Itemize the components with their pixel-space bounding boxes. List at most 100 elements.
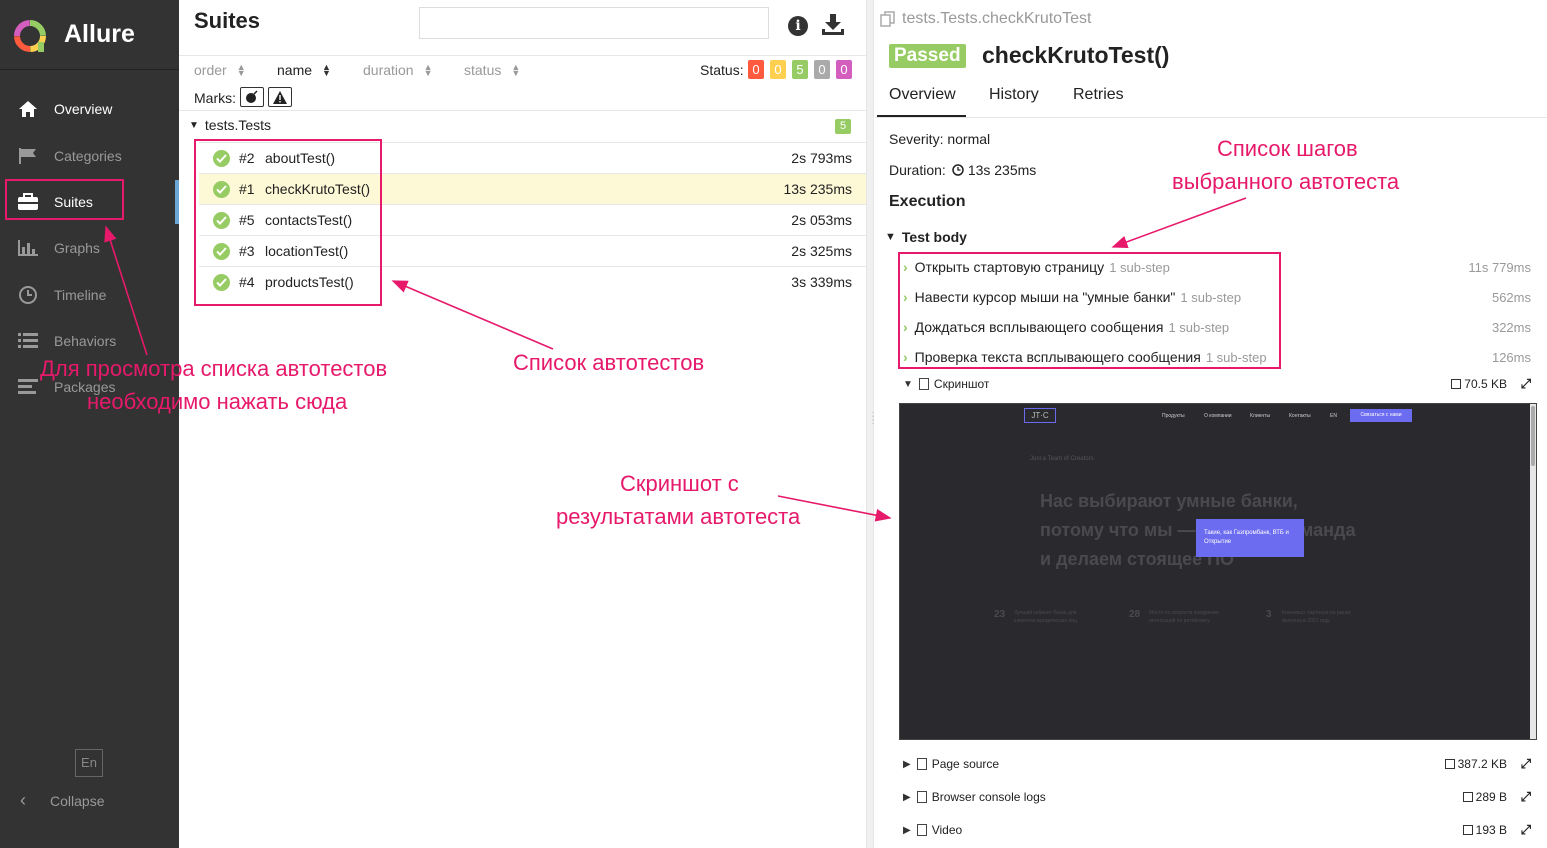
attachment-size: 70.5 KB bbox=[1451, 377, 1507, 391]
clock-icon bbox=[16, 285, 40, 305]
tab-history[interactable]: History bbox=[989, 86, 1039, 104]
save-icon bbox=[1444, 759, 1455, 769]
chevron-left-icon: ‹ bbox=[20, 790, 26, 810]
sort-status-label: status bbox=[464, 62, 502, 78]
file-icon bbox=[916, 791, 927, 803]
tab-retries[interactable]: Retries bbox=[1073, 86, 1124, 104]
status-failed-badge[interactable]: 0 bbox=[748, 60, 764, 79]
step-duration: 562ms bbox=[1491, 289, 1531, 305]
new-failed-mark-button[interactable] bbox=[268, 87, 292, 107]
sort-arrows-icon: ▲ ▼ bbox=[236, 62, 246, 78]
sort-name[interactable]: name ▲ ▼ bbox=[277, 62, 331, 78]
sort-order[interactable]: order ▲ ▼ bbox=[194, 62, 246, 78]
chevron-right-icon: ▶ bbox=[903, 758, 911, 770]
attachment-name: Video bbox=[931, 823, 963, 837]
attachment-size: 193 B bbox=[1462, 823, 1507, 837]
tab-overview[interactable]: Overview bbox=[889, 86, 956, 104]
bomb-icon bbox=[246, 90, 258, 103]
status-skipped-badge[interactable]: 0 bbox=[814, 60, 830, 79]
attachment-size-value: 193 B bbox=[1475, 823, 1507, 837]
search-input[interactable] bbox=[419, 7, 769, 39]
screenshot-cta: Связаться с нами bbox=[1350, 409, 1412, 422]
home-icon bbox=[16, 99, 40, 119]
screenshot-nav-item: Клиенты bbox=[1250, 413, 1271, 419]
test-body-label: Test body bbox=[901, 229, 967, 245]
expand-icon[interactable]: ⤢ bbox=[1521, 789, 1531, 805]
sort-duration-label: duration bbox=[363, 62, 414, 78]
flaky-mark-button[interactable] bbox=[240, 87, 264, 107]
resize-grip-icon[interactable]: ⋮⋮ bbox=[868, 412, 878, 441]
screenshot-stat-text: Место по скорости внедрения интеграций п… bbox=[1149, 610, 1219, 624]
attachment-name: Скриншот bbox=[933, 377, 990, 391]
nav-timeline-label: Timeline bbox=[54, 287, 107, 303]
screenshot-preview[interactable]: JT·C Продукты О компании Клиенты Контакт… bbox=[899, 403, 1537, 740]
collapse-label: Collapse bbox=[50, 792, 105, 809]
screenshot-logo: JT·C bbox=[1024, 408, 1056, 423]
copy-icon[interactable] bbox=[880, 11, 896, 27]
breadcrumb: tests.Tests.checkKrutoTest bbox=[880, 10, 1091, 28]
suite-group-row[interactable]: ▼ tests.Tests bbox=[189, 117, 271, 133]
nav-overview[interactable]: Overview bbox=[0, 89, 179, 129]
attachment-row[interactable]: ▶ Browser console logs 289 B ⤢ bbox=[903, 787, 1531, 807]
test-duration: 3s 339ms bbox=[791, 274, 852, 290]
nav-graphs-label: Graphs bbox=[54, 240, 100, 256]
screenshot-stat-number: 3 bbox=[1266, 609, 1272, 620]
step-duration: 126ms bbox=[1491, 349, 1531, 365]
sort-name-label: name bbox=[277, 62, 313, 78]
screenshot-tagline: Just a Team of Creators bbox=[1030, 456, 1094, 462]
download-icon[interactable] bbox=[821, 13, 845, 37]
language-button[interactable]: En bbox=[75, 749, 103, 777]
nav-overview-label: Overview bbox=[54, 101, 113, 117]
annotation-tests-list: Список автотестов bbox=[513, 350, 705, 375]
attachment-name: Browser console logs bbox=[931, 790, 1046, 804]
duration-label: Duration: bbox=[889, 162, 946, 178]
screenshot-stat-number: 23 bbox=[994, 609, 1006, 620]
nav-behaviors-label: Behaviors bbox=[54, 333, 117, 349]
test-duration: 13s 235ms bbox=[783, 181, 852, 197]
attachment-size-value: 387.2 KB bbox=[1457, 757, 1507, 771]
test-duration: 2s 793ms bbox=[791, 150, 852, 166]
clock-icon bbox=[952, 164, 964, 176]
sort-arrows-icon: ▲ ▼ bbox=[322, 62, 331, 78]
file-icon bbox=[916, 758, 927, 770]
attachment-size: 387.2 KB bbox=[1444, 757, 1507, 771]
nav-graphs[interactable]: Graphs bbox=[0, 228, 179, 268]
annotation-suites-hint-line2: необходимо нажать сюда bbox=[87, 389, 348, 414]
screenshot-popup: Такие, как Газпромбанк, ВТБ и Открытие bbox=[1196, 519, 1304, 557]
attachment-row[interactable]: ▶ Video 193 B ⤢ bbox=[903, 820, 1531, 840]
attachment-size-value: 289 B bbox=[1475, 790, 1507, 804]
step-duration: 322ms bbox=[1491, 319, 1531, 335]
nav-timeline[interactable]: Timeline bbox=[0, 275, 179, 315]
image-file-icon bbox=[918, 378, 929, 390]
test-detail-panel: tests.Tests.checkKrutoTest Passed checkK… bbox=[875, 0, 1547, 848]
info-icon[interactable]: i bbox=[788, 16, 808, 36]
screenshot-scrollbar[interactable] bbox=[1530, 404, 1536, 739]
screenshot-headline: Нас выбирают умные банки, bbox=[1040, 491, 1298, 511]
flag-icon bbox=[16, 146, 40, 166]
expand-icon[interactable]: ⤢ bbox=[1521, 756, 1531, 772]
status-passed-badge[interactable]: 5 bbox=[792, 60, 808, 79]
screenshot-nav-item: EN bbox=[1330, 413, 1337, 419]
test-title: checkKrutoTest() bbox=[982, 42, 1170, 68]
save-icon bbox=[1462, 792, 1473, 802]
attachment-size: 289 B bbox=[1462, 790, 1507, 804]
collapse-button[interactable]: ‹ Collapse bbox=[20, 790, 104, 811]
sort-duration[interactable]: duration ▲ ▼ bbox=[363, 62, 433, 78]
test-duration: 2s 053ms bbox=[791, 212, 852, 228]
execution-heading: Execution bbox=[889, 193, 966, 210]
suite-group-name: tests.Tests bbox=[204, 117, 272, 133]
status-broken-badge[interactable]: 0 bbox=[770, 60, 786, 79]
expand-icon[interactable]: ⤢ bbox=[1521, 822, 1531, 838]
annotation-suites-hint-line1: Для просмотра списка автотестов bbox=[40, 356, 388, 381]
sort-status[interactable]: status ▲ ▼ bbox=[464, 62, 520, 78]
breadcrumb-text: tests.Tests.checkKrutoTest bbox=[902, 10, 1092, 27]
test-body-toggle[interactable]: ▼ Test body bbox=[885, 229, 967, 245]
nav-categories[interactable]: Categories bbox=[0, 136, 179, 176]
expand-icon[interactable]: ⤢ bbox=[1521, 376, 1531, 392]
attachment-row[interactable]: ▼ Скриншот 70.5 KB ⤢ bbox=[903, 374, 1531, 394]
annotation-screenshot-line1: Скриншот с bbox=[620, 471, 739, 496]
screenshot-nav-item: О компании bbox=[1204, 413, 1232, 419]
screenshot-stat-number: 28 bbox=[1129, 609, 1141, 620]
attachment-row[interactable]: ▶ Page source 387.2 KB ⤢ bbox=[903, 754, 1531, 774]
status-unknown-badge[interactable]: 0 bbox=[836, 60, 852, 79]
